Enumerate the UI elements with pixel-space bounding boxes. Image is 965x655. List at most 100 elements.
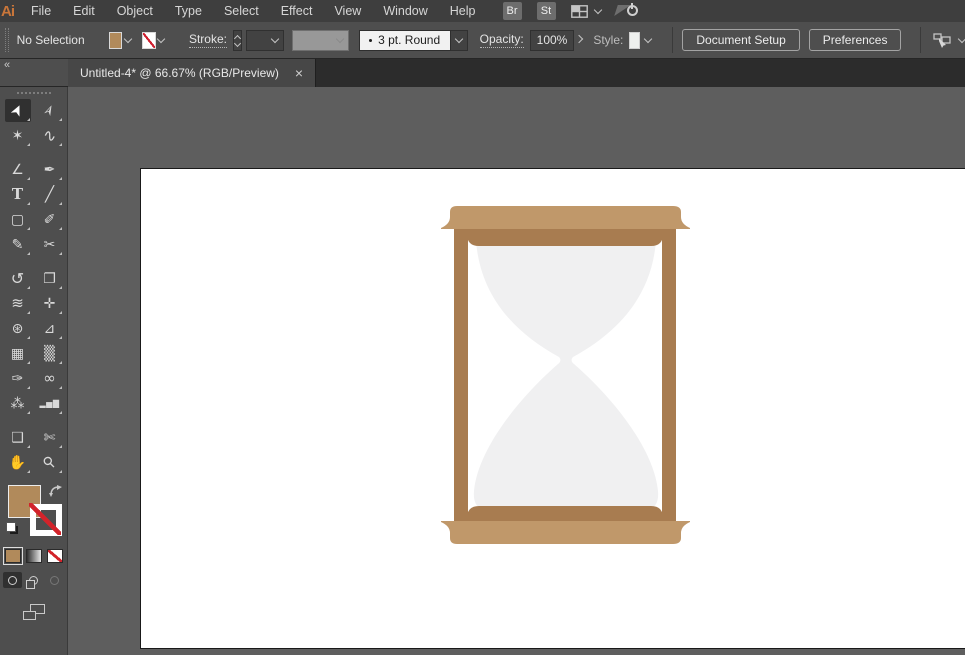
bridge-button[interactable]: Br bbox=[502, 2, 522, 20]
scissors-tool[interactable]: ✂ bbox=[37, 233, 63, 256]
screen-mode-button[interactable] bbox=[22, 604, 45, 620]
tool-group-gap bbox=[5, 149, 63, 156]
line-segment-tool[interactable]: ╱ bbox=[37, 183, 63, 206]
swap-fill-stroke-icon[interactable] bbox=[48, 485, 62, 497]
menu-view[interactable]: View bbox=[323, 4, 372, 18]
brush-definition-dropdown[interactable]: 3 pt. Round bbox=[358, 29, 468, 51]
select-similar-dropdown[interactable] bbox=[933, 32, 965, 48]
paintbrush-tool[interactable]: ✐ bbox=[37, 208, 63, 231]
tools-panel: ➤ ➢ ✶ ∿ ∠ ✒ T ╱ ▢ ✐ ✎ ✂ ↺ ❐ ≋ ✛ ⊛ ⊿ ▦ ▒ ✑ ∞ ⁂ ▂▅▇ ❑ ✄ ✋ ⚲ bbox=[0, 87, 68, 655]
menu-select[interactable]: Select bbox=[213, 4, 270, 18]
width-tool[interactable]: ≋ bbox=[5, 292, 31, 315]
stroke-weight-stepper[interactable] bbox=[232, 29, 242, 51]
puppet-warp-tool[interactable]: ✛ bbox=[37, 292, 63, 315]
brush-value[interactable]: 3 pt. Round bbox=[358, 29, 451, 51]
menu-file[interactable]: File bbox=[20, 4, 62, 18]
chevron-down-icon bbox=[156, 34, 166, 43]
artboard[interactable] bbox=[140, 168, 965, 649]
artboard-tool-icon: ❑ bbox=[11, 429, 24, 446]
mesh-tool[interactable]: ▦ bbox=[5, 342, 31, 365]
stock-button[interactable]: St bbox=[536, 2, 556, 20]
perspective-grid-tool[interactable]: ⊿ bbox=[37, 317, 63, 340]
drawing-mode-row bbox=[3, 572, 64, 589]
scale-tool[interactable]: ❐ bbox=[37, 267, 63, 290]
symbol-sprayer-tool[interactable]: ⁂ bbox=[5, 392, 31, 415]
shaper-tool[interactable]: ✎ bbox=[5, 233, 31, 256]
menu-help[interactable]: Help bbox=[439, 4, 487, 18]
artboard-tool[interactable]: ❑ bbox=[5, 426, 31, 449]
style-swatch[interactable] bbox=[629, 31, 641, 49]
style-dropdown[interactable] bbox=[643, 32, 653, 49]
brush-dot-icon bbox=[369, 38, 373, 42]
hourglass-bottom-cap bbox=[441, 521, 690, 544]
opacity-input[interactable]: 100% bbox=[529, 29, 575, 51]
scale-tool-icon: ❐ bbox=[43, 270, 56, 287]
opacity-label[interactable]: Opacity: bbox=[479, 32, 524, 48]
gradient-tool-icon: ▒ bbox=[44, 345, 55, 362]
gpu-performance-button[interactable] bbox=[613, 2, 640, 20]
none-button[interactable] bbox=[46, 549, 63, 563]
panel-grip[interactable] bbox=[5, 28, 9, 52]
canvas-pasteboard[interactable] bbox=[68, 87, 965, 655]
hourglass-illustration[interactable] bbox=[441, 206, 691, 546]
menu-bar: Ai File Edit Object Type Select Effect View Win… bbox=[0, 0, 965, 22]
pen-tool[interactable]: ✒ bbox=[37, 158, 63, 181]
blend-tool[interactable]: ∞ bbox=[37, 367, 63, 390]
close-icon[interactable]: × bbox=[295, 66, 303, 80]
gradient-tool[interactable]: ▒ bbox=[37, 342, 63, 365]
gradient-button[interactable] bbox=[25, 549, 42, 563]
rectangle-tool-icon: ▢ bbox=[10, 211, 25, 228]
separator bbox=[920, 27, 922, 53]
toolbar-grip[interactable] bbox=[16, 92, 51, 94]
tab-bar: « Untitled-4* @ 66.67% (RGB/Preview) × bbox=[0, 59, 965, 87]
default-fill-stroke-icon[interactable] bbox=[5, 522, 19, 535]
menu-window[interactable]: Window bbox=[372, 4, 438, 18]
draw-normal-button[interactable] bbox=[3, 572, 22, 588]
opacity-arrow-button[interactable] bbox=[575, 30, 584, 51]
lasso-tool[interactable]: ∿ bbox=[37, 124, 63, 147]
tool-group-gap bbox=[5, 417, 63, 424]
stroke-label[interactable]: Stroke: bbox=[188, 32, 227, 48]
color-button[interactable] bbox=[2, 547, 23, 565]
stroke-weight-dropdown[interactable] bbox=[245, 29, 285, 51]
stroke-color-swatch[interactable] bbox=[141, 31, 156, 49]
column-graph-tool[interactable]: ▂▅▇ bbox=[37, 392, 63, 415]
toolbar-collapse-button[interactable]: « bbox=[0, 59, 68, 87]
slice-tool[interactable]: ✄ bbox=[37, 426, 63, 449]
selection-tool[interactable]: ➤ bbox=[4, 99, 31, 122]
fill-color-swatch[interactable] bbox=[108, 31, 123, 49]
menu-object[interactable]: Object bbox=[106, 4, 164, 18]
fill-color-dropdown[interactable] bbox=[123, 32, 133, 49]
menu-type[interactable]: Type bbox=[164, 4, 213, 18]
curvature-tool[interactable]: ∠ bbox=[5, 158, 31, 181]
menu-edit[interactable]: Edit bbox=[62, 4, 106, 18]
brush-dropdown-arrow[interactable] bbox=[450, 29, 468, 51]
magic-wand-tool[interactable]: ✶ bbox=[5, 124, 31, 147]
workspace-switcher[interactable] bbox=[570, 4, 602, 18]
hourglass-top-bar bbox=[467, 228, 663, 246]
rotate-tool[interactable]: ↺ bbox=[5, 267, 31, 290]
shape-builder-tool[interactable]: ⊛ bbox=[5, 317, 31, 340]
document-tab[interactable]: Untitled-4* @ 66.67% (RGB/Preview) × bbox=[68, 59, 317, 87]
draw-behind-button[interactable] bbox=[24, 572, 43, 589]
fill-stroke-indicator bbox=[5, 483, 63, 539]
pen-tool-icon: ✒ bbox=[43, 161, 56, 178]
curvature-tool-icon: ∠ bbox=[11, 161, 24, 178]
draw-normal-icon bbox=[8, 575, 17, 585]
magic-wand-tool-icon: ✶ bbox=[11, 127, 24, 144]
rectangle-tool[interactable]: ▢ bbox=[5, 208, 31, 231]
zoom-tool[interactable]: ⚲ bbox=[37, 451, 63, 474]
hourglass-top-cap bbox=[441, 206, 690, 229]
stroke-swatch-none[interactable] bbox=[28, 503, 62, 536]
document-setup-button[interactable]: Document Setup bbox=[682, 29, 800, 51]
chevron-down-icon bbox=[335, 34, 344, 43]
hand-tool[interactable]: ✋ bbox=[5, 451, 31, 474]
direct-selection-tool[interactable]: ➢ bbox=[37, 99, 63, 122]
type-tool[interactable]: T bbox=[5, 183, 31, 206]
blend-tool-icon: ∞ bbox=[43, 369, 56, 387]
hourglass-glass bbox=[473, 240, 659, 510]
eyedropper-tool[interactable]: ✑ bbox=[5, 367, 31, 390]
preferences-button[interactable]: Preferences bbox=[808, 29, 902, 51]
menu-effect[interactable]: Effect bbox=[270, 4, 324, 18]
stroke-color-dropdown[interactable] bbox=[156, 32, 166, 49]
